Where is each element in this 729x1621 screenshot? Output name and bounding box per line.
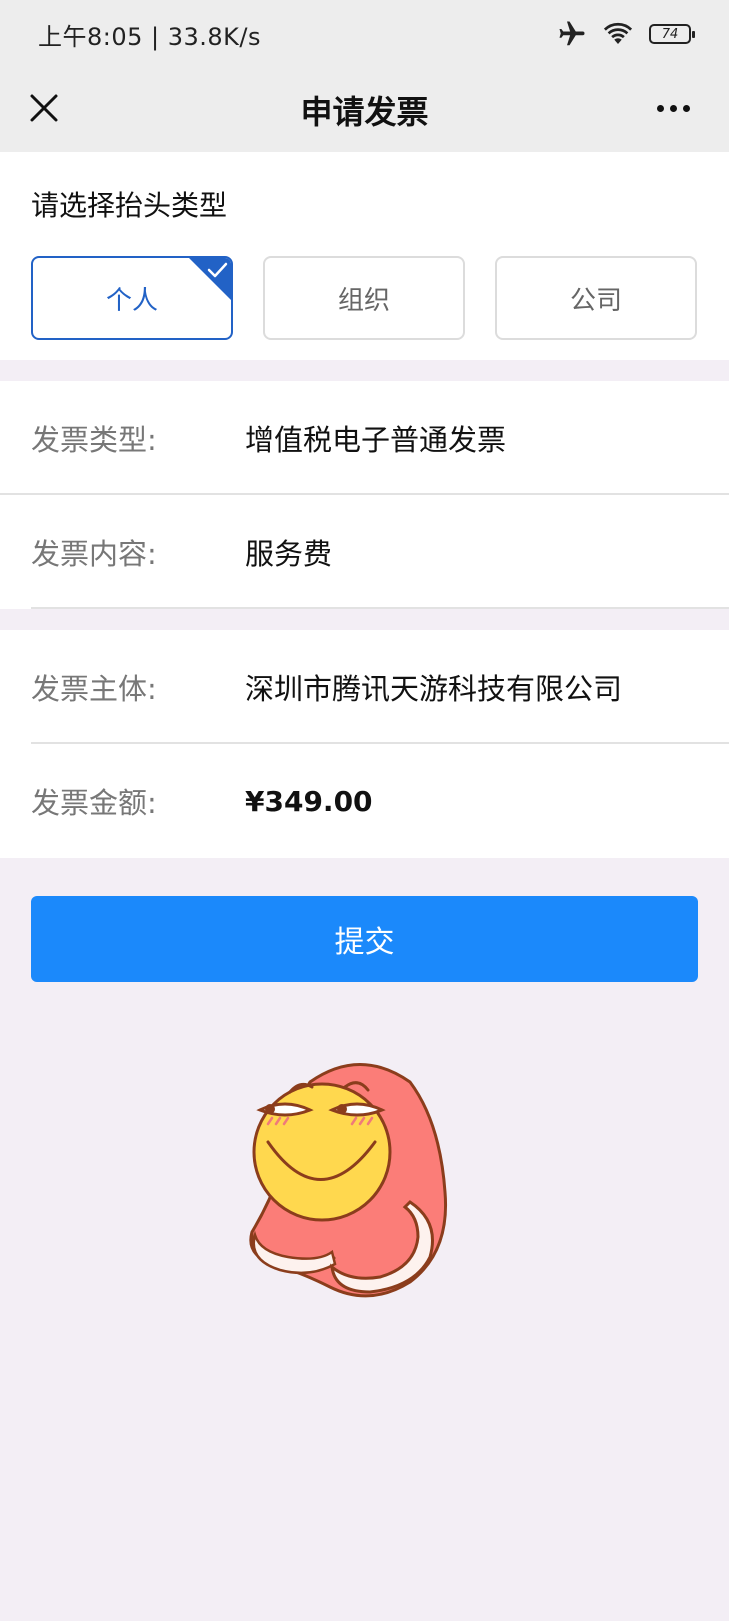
wifi-icon	[603, 22, 633, 44]
more-button[interactable]	[651, 88, 695, 128]
more-icon-dot	[656, 104, 664, 112]
invoice-type-label: 发票类型:	[31, 423, 157, 457]
smiley-blanket-sticker	[249, 1063, 448, 1298]
more-icon-dot	[682, 104, 690, 112]
invoice-type-value: 增值税电子普通发票	[245, 423, 507, 457]
invoice-entity-row: 发票主体: 深圳市腾讯天游科技有限公司	[0, 630, 729, 744]
status-bar: 上午8:05 | 33.8K/s 74	[0, 0, 729, 68]
close-button[interactable]	[24, 88, 64, 128]
invoice-amount-label: 发票金额:	[31, 786, 157, 820]
header-option-company[interactable]: 公司	[495, 256, 697, 340]
submit-button[interactable]: 提交	[31, 896, 698, 982]
divider	[31, 607, 729, 609]
invoice-content-value: 服务费	[245, 537, 333, 571]
option-label: 组织	[337, 285, 390, 316]
invoice-entity-value: 深圳市腾讯天游科技有限公司	[245, 672, 623, 706]
battery-icon: 74	[649, 24, 695, 44]
page-title: 申请发票	[300, 93, 429, 131]
invoice-entity-label: 发票主体:	[31, 672, 157, 706]
status-time-speed: 上午8:05 | 33.8K/s	[38, 22, 262, 51]
invoice-entity-card: 发票主体: 深圳市腾讯天游科技有限公司 发票金额: ¥349.00	[0, 630, 729, 858]
invoice-amount-row: 发票金额: ¥349.00	[0, 744, 729, 858]
battery-level: 74	[661, 26, 679, 42]
submit-label: 提交	[334, 925, 395, 960]
close-icon	[30, 94, 58, 122]
check-icon	[189, 258, 231, 300]
airplane-icon	[559, 21, 585, 46]
option-label: 公司	[569, 285, 622, 316]
invoice-content-row: 发票内容: 服务费	[0, 495, 729, 609]
header-option-organization[interactable]: 组织	[263, 256, 465, 340]
invoice-type-row: 发票类型: 增值税电子普通发票	[0, 381, 729, 495]
header-type-section: 请选择抬头类型 个人 组织 公司	[0, 152, 729, 360]
more-icon-dot	[669, 104, 677, 112]
invoice-content-label: 发票内容:	[31, 537, 157, 571]
status-icons: 74	[557, 19, 695, 49]
invoice-amount-value: ¥349.00	[245, 784, 373, 818]
option-label: 个人	[105, 285, 158, 316]
header-type-label: 请选择抬头类型	[31, 189, 228, 222]
invoice-type-card: 发票类型: 增值税电子普通发票 发票内容: 服务费	[0, 381, 729, 609]
header-option-personal[interactable]: 个人	[31, 256, 233, 340]
nav-bar: 申请发票	[0, 68, 729, 152]
